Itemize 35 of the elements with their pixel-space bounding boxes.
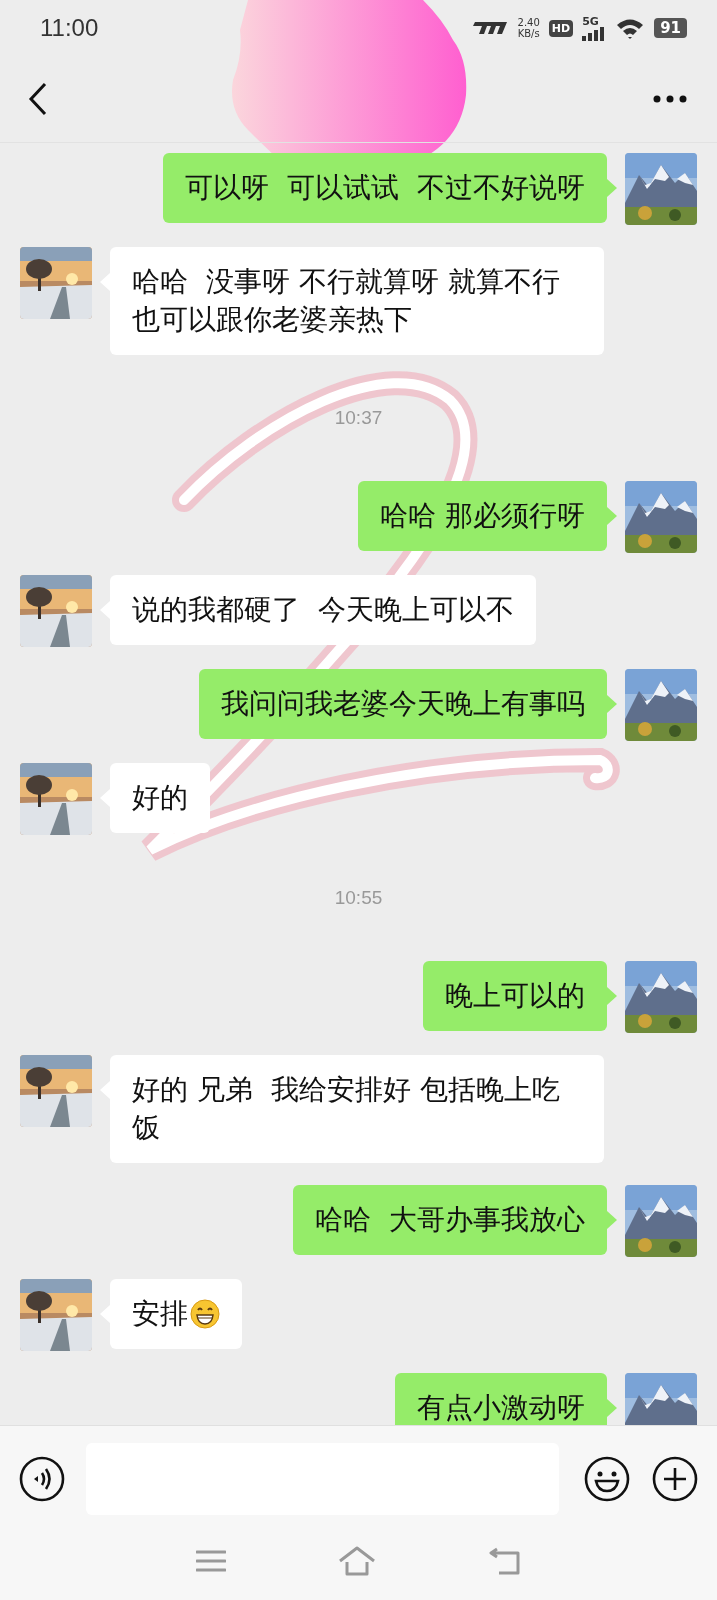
sent-message: 有点小激动呀	[395, 1373, 607, 1425]
sent-message: 可以呀 可以试试 不过不好说呀	[163, 153, 607, 223]
bubble-tail	[607, 1399, 617, 1417]
network-type: 5G	[582, 15, 599, 27]
sent-message: 哈哈 大哥办事我放心	[293, 1185, 607, 1255]
sent-message: 晚上可以的	[423, 961, 607, 1031]
received-message: 好的	[110, 763, 210, 833]
signal-icon	[582, 26, 607, 41]
timestamp: 10:55	[334, 887, 383, 909]
bubble-tail	[607, 695, 617, 713]
speed-unit: KB/s	[517, 28, 540, 39]
voice-icon[interactable]	[18, 1454, 66, 1503]
sent-message: 哈哈 那必须行呀	[358, 481, 607, 551]
bubble-tail	[607, 1211, 617, 1229]
wifi-icon	[615, 17, 646, 39]
received-message: 哈哈 没事呀 不行就算呀 就算不行也可以跟你老婆亲热下	[110, 247, 604, 355]
timestamp: 10:37	[334, 407, 383, 429]
home-icon[interactable]	[338, 1545, 377, 1576]
network-speed: 2.40	[517, 17, 540, 28]
bubble-tail	[607, 179, 617, 197]
battery-indicator: 91	[654, 18, 687, 38]
more-icon[interactable]	[653, 95, 687, 103]
plus-icon[interactable]	[651, 1454, 699, 1503]
bubble-tail	[607, 507, 617, 525]
status-time: 11:00	[40, 14, 99, 42]
hd-badge: HD	[548, 19, 574, 37]
menu-icon[interactable]	[196, 1548, 227, 1573]
back-nav-icon[interactable]	[488, 1546, 521, 1575]
received-message: 好的 兄弟 我给安排好 包括晚上吃饭	[110, 1055, 604, 1163]
bubble-tail	[607, 987, 617, 1005]
back-icon[interactable]	[28, 82, 48, 116]
received-message: 说的我都硬了 今天晚上可以不	[110, 575, 536, 645]
received-message: 安排	[110, 1279, 242, 1349]
sent-message: 我问问我老婆今天晚上有事吗	[199, 669, 607, 739]
emoji-icon[interactable]	[583, 1454, 631, 1503]
